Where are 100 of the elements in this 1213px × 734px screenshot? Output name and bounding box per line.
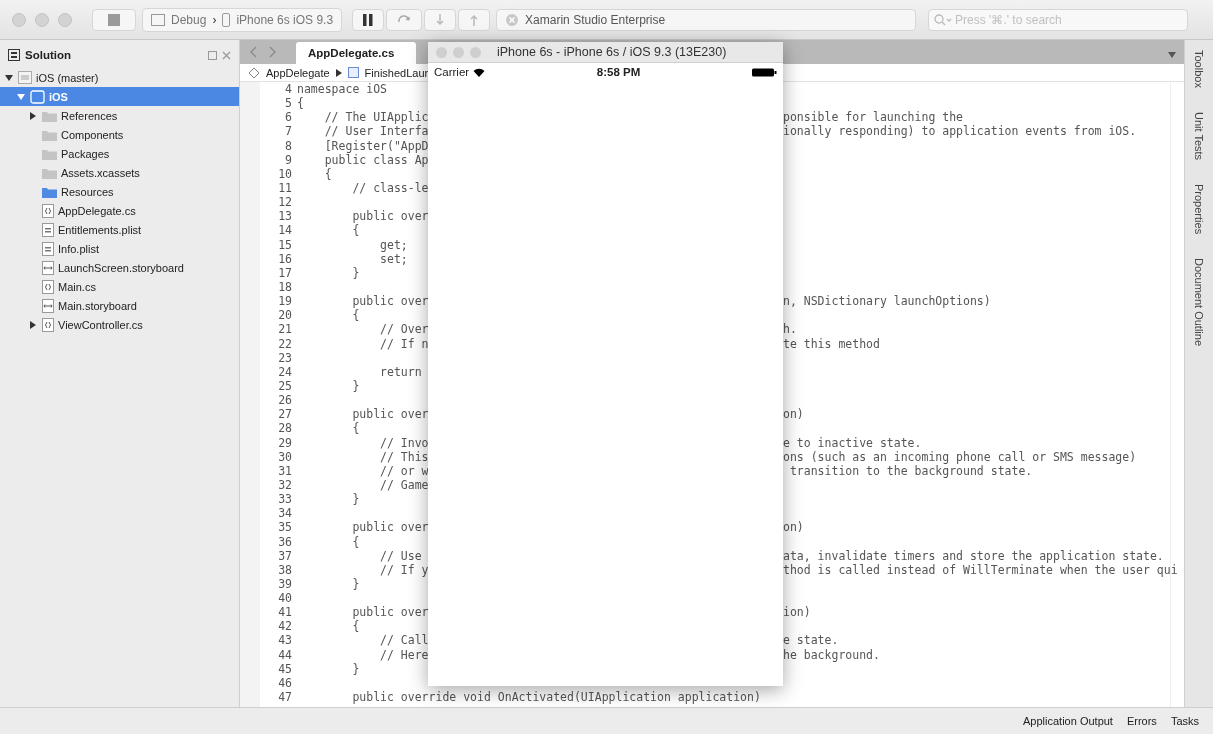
list-file-icon <box>42 222 54 237</box>
code-text: { <box>297 96 304 111</box>
window-button[interactable] <box>453 46 464 58</box>
class-icon <box>248 66 260 79</box>
chevron-icon <box>335 68 342 77</box>
tree-item[interactable]: iOS (master) <box>0 68 239 87</box>
breadcrumb-item[interactable]: FinishedLaun <box>364 66 431 79</box>
code-text: // If y <box>379 562 429 577</box>
tree-item[interactable]: LaunchScreen.storyboard <box>0 258 239 277</box>
code-text: { <box>323 166 332 181</box>
line-number: 14 <box>277 223 293 238</box>
maximize-icon[interactable] <box>208 50 217 60</box>
disclosure-icon[interactable] <box>5 73 13 82</box>
panel-title: Solution <box>25 49 71 61</box>
step-out-button[interactable] <box>458 8 491 31</box>
line-number: 43 <box>277 633 293 648</box>
line-number: 6 <box>284 110 293 125</box>
tree-item[interactable]: iOS <box>0 87 239 106</box>
window-button[interactable] <box>58 12 72 27</box>
folder-icon <box>42 109 57 122</box>
code-file-icon <box>42 317 54 332</box>
window-button[interactable] <box>12 12 26 27</box>
code-text: thod is called instead of WillTerminate when the user qui <box>783 562 1178 577</box>
side-tab[interactable]: Document Outline <box>1193 258 1205 347</box>
code-text: // Game <box>379 477 429 492</box>
line-number: 37 <box>277 548 293 563</box>
window-button[interactable] <box>35 12 49 27</box>
line-number: 23 <box>277 350 293 365</box>
step-into-button[interactable] <box>424 8 457 31</box>
code-text: // This <box>379 449 429 464</box>
tree-item[interactable]: Packages <box>0 144 239 163</box>
tree-item[interactable]: Components <box>0 125 239 144</box>
tree-item[interactable]: ViewController.cs <box>0 315 239 334</box>
code-text: public over <box>351 520 429 535</box>
up-arrow-icon <box>469 12 480 27</box>
code-text: on) <box>783 520 804 535</box>
stop-button[interactable] <box>92 8 136 31</box>
line-number: 5 <box>284 96 293 111</box>
code-text: [Register("AppD <box>323 138 429 153</box>
configuration-selector[interactable]: Debug › iPhone 6s iOS 9.3 <box>142 7 343 32</box>
tree-item[interactable]: Main.cs <box>0 277 239 296</box>
line-number: 4 <box>284 82 293 97</box>
status-bar-button[interactable]: Tasks <box>1170 715 1199 727</box>
code-text: ionally responding) to application events from iOS. <box>783 124 1137 139</box>
editor-tab[interactable]: AppDelegate.cs <box>296 42 417 64</box>
code-text: // Call <box>379 633 429 648</box>
status-bar-button[interactable]: Application Output <box>1023 715 1113 727</box>
line-number: 38 <box>277 562 293 577</box>
code-text: public over <box>351 407 429 422</box>
pause-button[interactable] <box>352 8 385 31</box>
breadcrumb-item[interactable]: AppDelegate <box>266 66 330 79</box>
tree-item[interactable]: Entitlements.plist <box>0 220 239 239</box>
line-number: 26 <box>277 393 293 408</box>
code-file-icon <box>42 279 54 294</box>
tree-item[interactable]: Main.storyboard <box>0 296 239 315</box>
line-number: 27 <box>277 407 293 422</box>
line-number: 32 <box>277 477 293 493</box>
code-text: // or w <box>379 463 429 478</box>
stop-icon <box>107 12 121 27</box>
tree-item[interactable]: References <box>0 106 239 125</box>
window-button[interactable] <box>470 46 481 58</box>
close-icon[interactable] <box>222 50 231 60</box>
code-text: set; <box>379 251 408 266</box>
code-text: { <box>351 308 360 323</box>
back-icon[interactable] <box>250 46 258 58</box>
code-text: public over <box>351 605 429 620</box>
line-number: 21 <box>277 322 293 337</box>
line-number: 44 <box>277 647 293 662</box>
line-number: 29 <box>277 435 293 450</box>
tree-item[interactable]: Info.plist <box>0 239 239 258</box>
line-number: 13 <box>277 209 293 224</box>
side-tab[interactable]: Toolbox <box>1193 50 1205 88</box>
status-bar-button[interactable]: Errors <box>1126 715 1157 727</box>
wifi-icon <box>473 67 486 77</box>
tree-item[interactable]: Resources <box>0 182 239 201</box>
code-text: te this method <box>783 336 880 351</box>
line-number: 12 <box>277 195 293 210</box>
code-text: n, NSDictionary launchOptions) <box>783 294 991 309</box>
tree-item[interactable]: Assets.xcassets <box>0 163 239 182</box>
list-file-icon <box>42 241 54 256</box>
line-number: 9 <box>284 152 293 167</box>
line-number: 40 <box>277 591 293 606</box>
line-number: 8 <box>284 138 293 153</box>
code-text: { <box>351 421 360 436</box>
tree-item[interactable]: AppDelegate.cs <box>0 201 239 220</box>
line-number: 31 <box>277 463 293 478</box>
disclosure-icon[interactable] <box>29 111 37 120</box>
disclosure-icon[interactable] <box>29 320 37 329</box>
side-tab[interactable]: Unit Tests <box>1193 111 1205 160</box>
window-button[interactable] <box>436 46 447 58</box>
battery-icon <box>752 67 777 77</box>
line-number: 39 <box>277 576 293 592</box>
line-number: 16 <box>277 251 293 266</box>
side-tab[interactable]: Properties <box>1193 184 1205 235</box>
line-number: 17 <box>277 265 293 280</box>
forward-icon[interactable] <box>268 46 276 58</box>
folder-icon <box>42 147 57 160</box>
line-number: 7 <box>284 124 293 139</box>
dropdown-icon[interactable] <box>1168 52 1176 58</box>
code-text: // If n <box>379 336 429 351</box>
